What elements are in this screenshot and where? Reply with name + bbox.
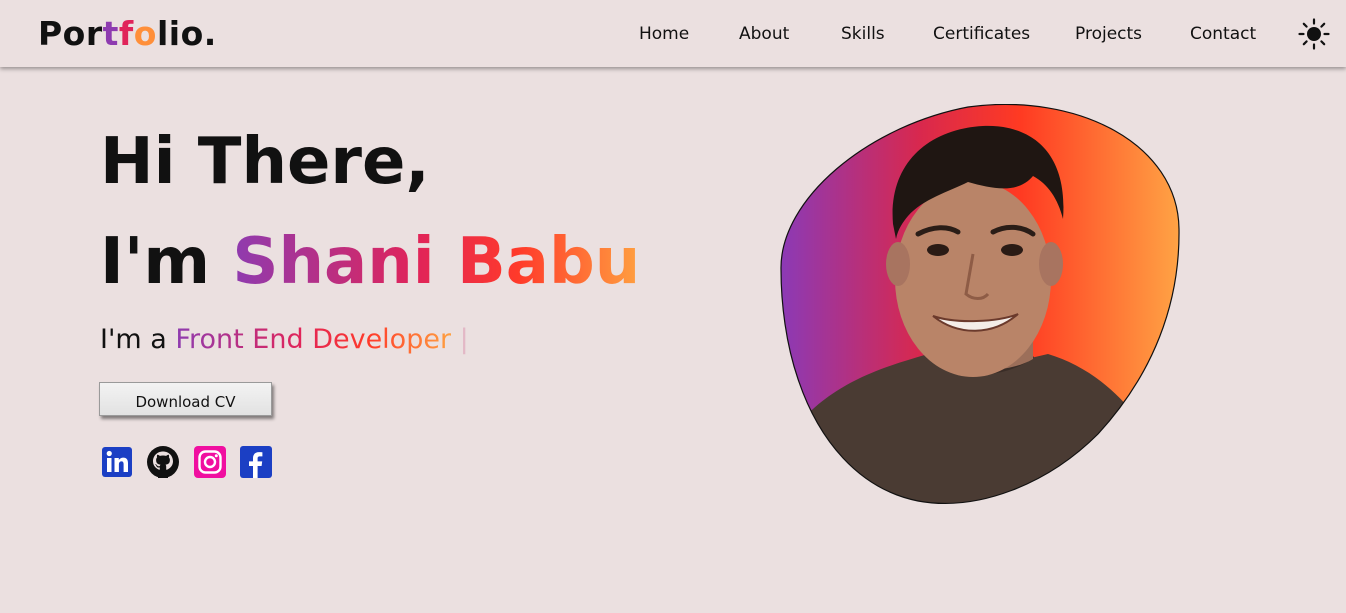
nav-projects[interactable]: Projects: [1075, 23, 1142, 45]
hero-role: I'm a Front End Developer |: [100, 322, 469, 358]
nav-skills[interactable]: Skills: [841, 23, 885, 45]
logo-letter-t: t: [102, 14, 119, 53]
hero-greeting: Hi There,: [100, 125, 430, 199]
facebook-icon[interactable]: [239, 445, 273, 479]
hero-intro: I'm Shani Babu: [100, 218, 640, 306]
hero-name: Shani Babu: [232, 225, 641, 299]
logo-part2: lio.: [156, 14, 217, 53]
typing-caret: |: [459, 324, 469, 355]
nav-home[interactable]: Home: [639, 23, 689, 45]
nav-about[interactable]: About: [739, 23, 789, 45]
role-prefix: I'm a: [100, 324, 167, 355]
download-cv-button[interactable]: Download CV: [99, 382, 272, 416]
logo[interactable]: Portfolio.: [38, 14, 217, 54]
profile-photo: [778, 103, 1182, 508]
instagram-icon[interactable]: [193, 445, 227, 479]
github-icon[interactable]: [146, 445, 180, 479]
nav-certificates[interactable]: Certificates: [933, 23, 1030, 45]
role-text: Front End Developer: [175, 324, 452, 355]
sun-icon[interactable]: [1298, 18, 1330, 50]
logo-part1: Por: [38, 14, 103, 53]
logo-letter-f: f: [118, 14, 134, 53]
logo-letter-o: o: [133, 14, 157, 53]
nav-contact[interactable]: Contact: [1190, 23, 1256, 45]
linkedin-icon[interactable]: [100, 445, 134, 479]
intro-prefix: I'm: [100, 225, 211, 299]
navbar: Portfolio. Home About Skills Certificate…: [0, 0, 1346, 67]
